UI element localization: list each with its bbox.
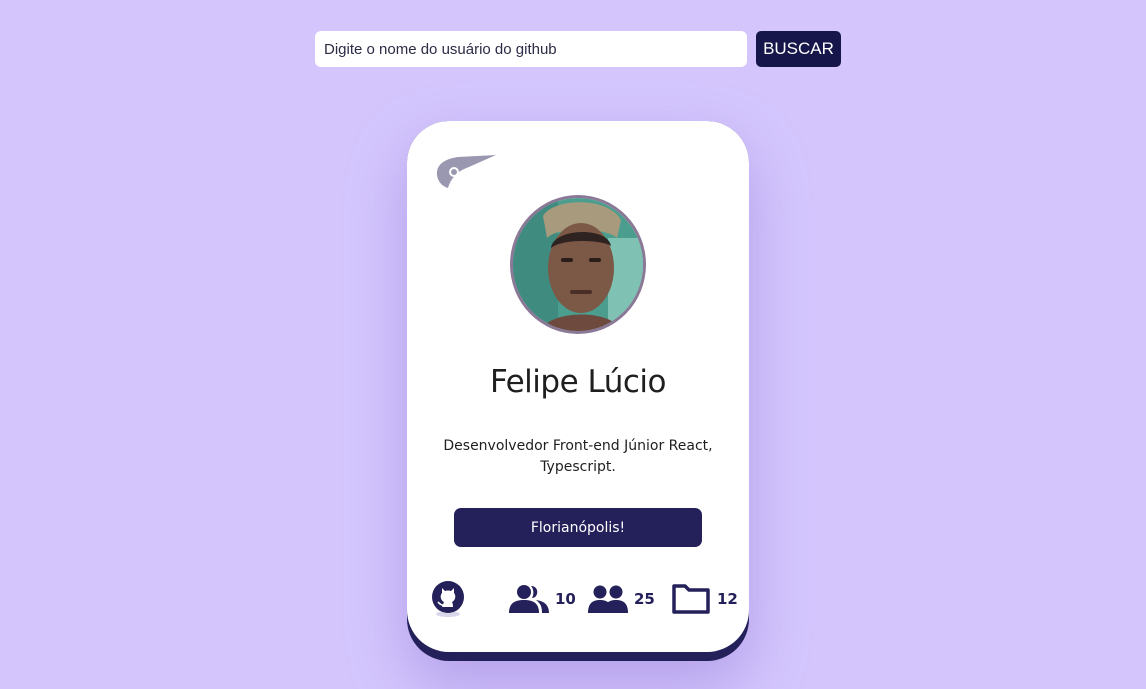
avatar: [510, 195, 646, 334]
search-input[interactable]: [315, 31, 747, 67]
users-icon: [588, 585, 628, 613]
folder-icon: [672, 584, 710, 614]
profile-bio: Desenvolvedor Front-end Júnior React, Ty…: [443, 438, 713, 475]
github-link[interactable]: [431, 581, 465, 617]
search-bar: BUSCAR: [315, 31, 841, 67]
profile-card-body: Felipe Lúcio Desenvolvedor Front-end Jún…: [407, 121, 749, 652]
profile-stats: 10 25 12: [431, 579, 741, 619]
user-group-icon: [509, 585, 549, 613]
profile-name: Felipe Lúcio: [489, 364, 667, 400]
followers-count: 10: [555, 590, 576, 608]
brand-logo-icon: [436, 155, 496, 188]
followers-stat: 10: [509, 579, 576, 619]
profile-card: Felipe Lúcio Desenvolvedor Front-end Jún…: [407, 121, 749, 661]
following-stat: 25: [588, 579, 655, 619]
avatar-photo: [513, 198, 643, 331]
following-count: 25: [634, 590, 655, 608]
github-icon: [432, 581, 464, 617]
search-button[interactable]: BUSCAR: [756, 31, 841, 67]
repositories-stat: 12: [671, 579, 738, 619]
repositories-count: 12: [717, 590, 738, 608]
location-button[interactable]: Florianópolis!: [454, 508, 702, 547]
